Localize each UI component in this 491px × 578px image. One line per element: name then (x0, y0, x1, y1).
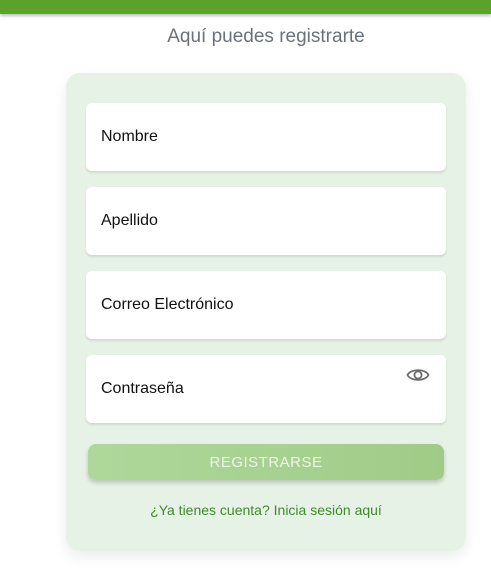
password-field[interactable]: Contraseña (86, 355, 446, 423)
email-label: Correo Electrónico (101, 296, 234, 313)
top-bar (0, 0, 491, 14)
password-label: Contraseña (101, 380, 184, 397)
eye-icon[interactable] (406, 365, 430, 385)
register-button[interactable]: REGISTRARSE (88, 444, 444, 480)
register-card: Nombre Apellido Correo Electrónico Contr… (66, 73, 466, 551)
first-name-label: Nombre (101, 128, 158, 145)
last-name-field[interactable]: Apellido (86, 187, 446, 255)
last-name-label: Apellido (101, 212, 158, 229)
first-name-field[interactable]: Nombre (86, 103, 446, 171)
login-link[interactable]: ¿Ya tienes cuenta? Inicia sesión aquí (66, 502, 466, 518)
email-field[interactable]: Correo Electrónico (86, 271, 446, 339)
page-subtitle: Aquí puedes registrarte (167, 26, 365, 47)
